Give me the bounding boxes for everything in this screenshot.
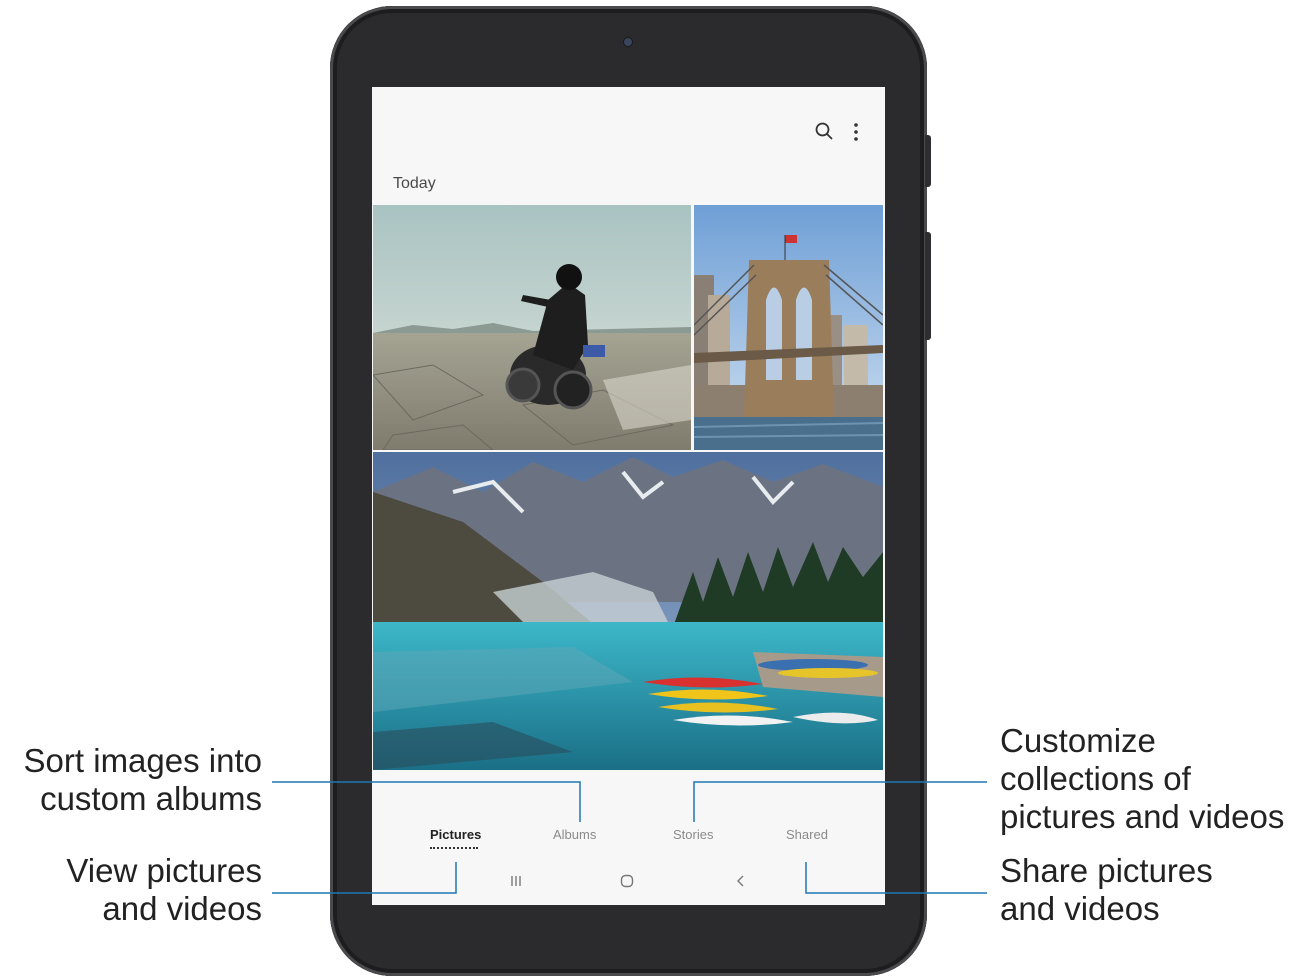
callout-pictures-line-1: View pictures — [66, 852, 262, 889]
tab-pictures[interactable]: Pictures — [430, 827, 481, 842]
recent-apps-icon[interactable] — [509, 874, 523, 888]
search-icon[interactable] — [814, 121, 834, 141]
callout-pictures: View pictures and videos — [0, 852, 262, 928]
home-icon[interactable] — [620, 874, 634, 888]
photo-thumbnail-motorcycle[interactable] — [373, 205, 691, 450]
callout-pictures-line-2: and videos — [102, 890, 262, 927]
tab-shared[interactable]: Shared — [786, 827, 828, 842]
callout-albums-line-1: Sort images into — [23, 742, 262, 779]
callout-stories-line-1: Customize — [1000, 722, 1156, 759]
back-icon[interactable] — [735, 874, 747, 888]
callout-shared-line-2: and videos — [1000, 890, 1160, 927]
photo-thumbnail-bridge[interactable] — [694, 205, 883, 450]
power-button — [925, 232, 931, 340]
photo-thumbnail-lake[interactable] — [373, 452, 883, 770]
more-options-icon[interactable] — [850, 121, 862, 143]
tab-stories[interactable]: Stories — [673, 827, 713, 842]
callout-shared-line-1: Share pictures — [1000, 852, 1213, 889]
date-header: Today — [393, 175, 436, 192]
callout-stories: Customize collections of pictures and vi… — [1000, 722, 1284, 836]
callout-stories-line-2: collections of — [1000, 760, 1191, 797]
top-app-bar — [372, 87, 885, 177]
active-tab-indicator — [430, 847, 478, 849]
callout-stories-line-3: pictures and videos — [1000, 798, 1285, 835]
gallery-screen: Today Pictures Albums Stories Shared — [372, 87, 885, 905]
tab-albums[interactable]: Albums — [553, 827, 596, 842]
front-camera — [624, 38, 632, 46]
system-navigation-bar — [372, 867, 885, 903]
callout-albums-line-2: custom albums — [40, 780, 262, 817]
callout-shared: Share pictures and videos — [1000, 852, 1213, 928]
volume-button — [925, 135, 931, 187]
callout-albums: Sort images into custom albums — [0, 742, 262, 818]
